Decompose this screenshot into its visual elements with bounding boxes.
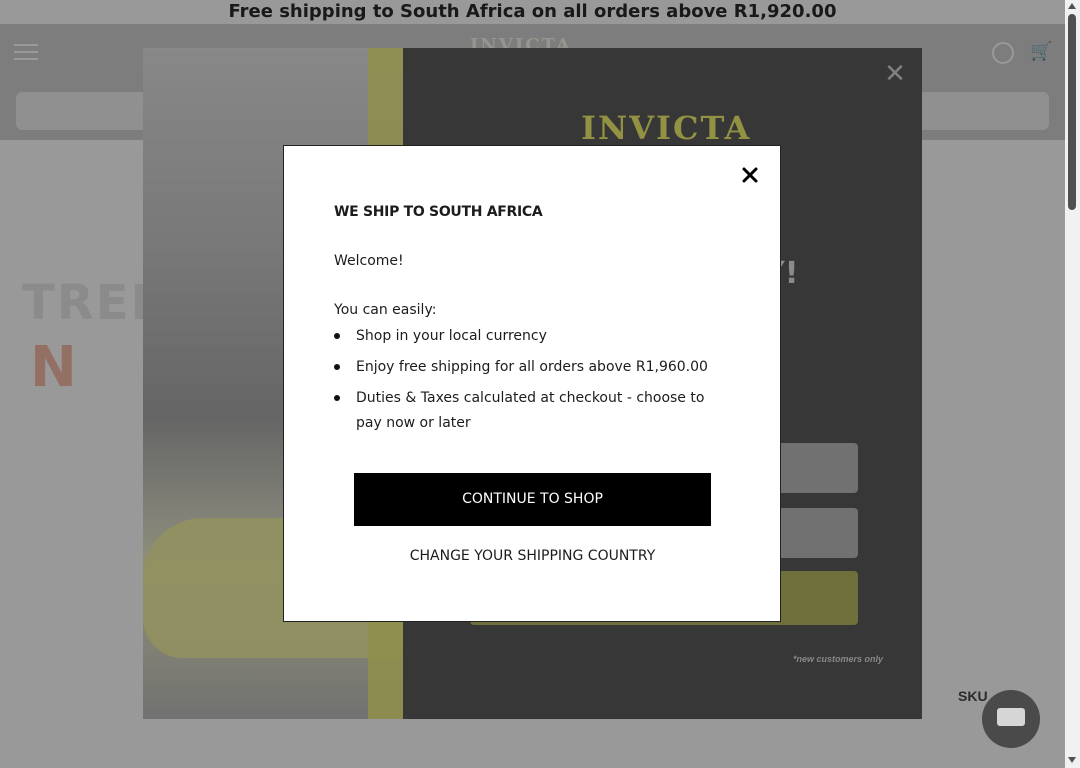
scroll-down-icon[interactable] [1068, 757, 1076, 763]
benefits-list: Shop in your local currency Enjoy free s… [334, 324, 734, 442]
bullet-icon [334, 395, 340, 401]
bullet-icon [334, 333, 340, 339]
list-item-text: Duties & Taxes calculated at checkout - … [356, 390, 705, 431]
list-item: Shop in your local currency [334, 324, 734, 349]
intro-text: You can easily: [334, 302, 437, 318]
list-item-text: Shop in your local currency [356, 328, 547, 344]
page-scrollbar[interactable] [1065, 0, 1080, 768]
list-item-text: Enjoy free shipping for all orders above… [356, 359, 708, 375]
chat-button[interactable] [982, 690, 1040, 748]
scroll-up-icon[interactable] [1068, 3, 1076, 9]
continue-to-shop-button[interactable]: CONTINUE TO SHOP [354, 473, 711, 526]
welcome-text: Welcome! [334, 253, 404, 269]
bullet-icon [334, 364, 340, 370]
list-item: Enjoy free shipping for all orders above… [334, 355, 734, 380]
close-icon[interactable] [739, 164, 761, 186]
modal-title: WE SHIP TO SOUTH AFRICA [334, 204, 543, 220]
list-item: Duties & Taxes calculated at checkout - … [334, 386, 734, 436]
change-shipping-country-link[interactable]: CHANGE YOUR SHIPPING COUNTRY [354, 544, 711, 568]
store-page: Free shipping to South Africa on all ord… [0, 0, 1065, 768]
scroll-thumb[interactable] [1068, 14, 1076, 210]
chat-icon [997, 708, 1025, 726]
shipping-country-modal: WE SHIP TO SOUTH AFRICA Welcome! You can… [283, 145, 781, 622]
